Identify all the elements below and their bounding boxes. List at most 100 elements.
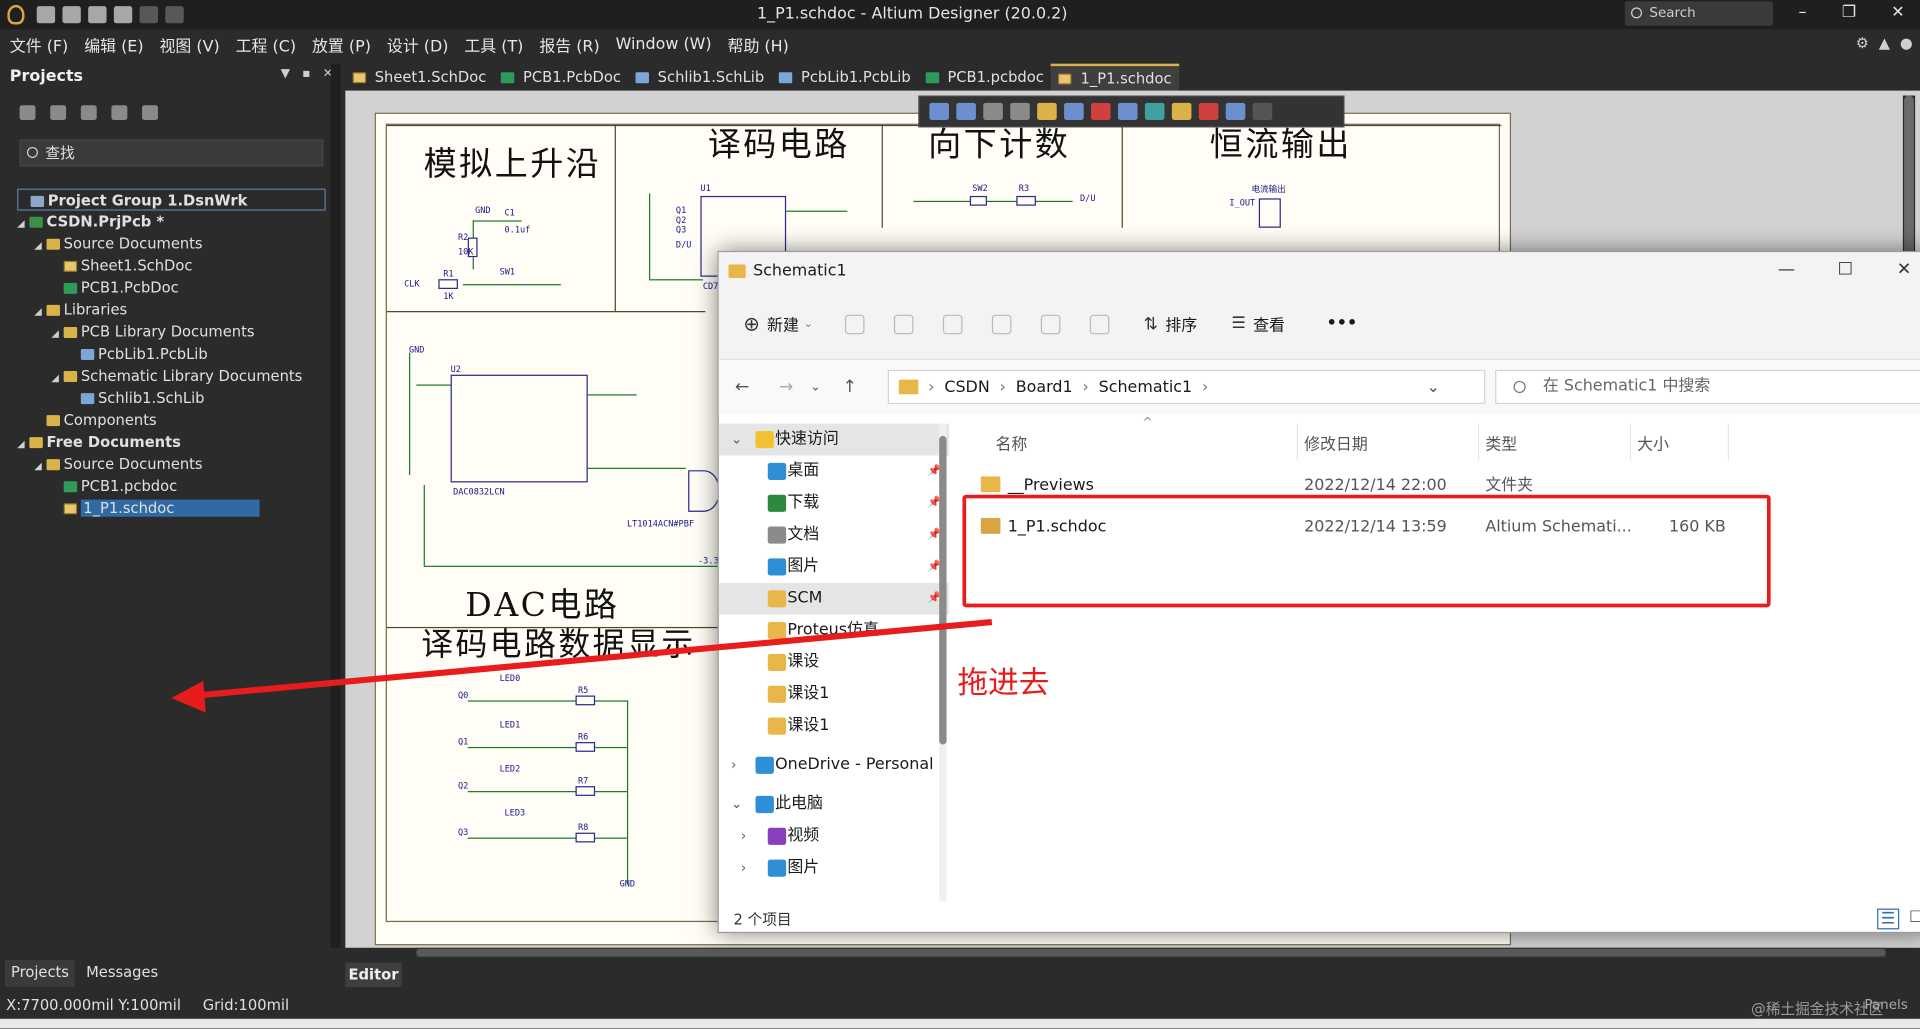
- nav-item[interactable]: 课设: [719, 647, 949, 679]
- copy-icon[interactable]: [893, 314, 914, 334]
- tab-projects[interactable]: Projects: [4, 960, 76, 987]
- forward-arrow-icon[interactable]: →: [775, 377, 797, 397]
- breadcrumb-item[interactable]: Board1: [1016, 378, 1073, 396]
- tree-item[interactable]: PCB1.pcbdoc: [17, 475, 326, 497]
- share-icon[interactable]: [1040, 314, 1061, 334]
- up-arrow-icon[interactable]: ↑: [839, 377, 861, 397]
- save-project-icon[interactable]: [19, 105, 36, 121]
- explorer-maximize-button[interactable]: ☐: [1833, 260, 1857, 280]
- place-part-icon[interactable]: [1037, 102, 1057, 121]
- menu-file[interactable]: 文件 (F): [10, 32, 68, 55]
- notifications-bell-icon[interactable]: ▲: [1879, 34, 1890, 51]
- menu-place[interactable]: 放置 (P): [312, 32, 371, 55]
- tree-item[interactable]: PCB1.PcbDoc: [17, 277, 326, 299]
- document-tab[interactable]: Schlib1.SchLib: [628, 64, 771, 91]
- user-account-icon[interactable]: ●: [1900, 34, 1913, 51]
- menu-help[interactable]: 帮助 (H): [728, 32, 789, 55]
- document-tab[interactable]: 1_P1.schdoc: [1051, 63, 1179, 91]
- global-search[interactable]: Search: [1624, 1, 1774, 26]
- tree-item[interactable]: Sheet1.SchDoc: [17, 255, 326, 277]
- nav-item[interactable]: 文档 📌: [719, 519, 949, 551]
- document-tab[interactable]: PcbLib1.PcbLib: [772, 64, 918, 91]
- nav-item[interactable]: › OneDrive - Personal: [719, 749, 949, 781]
- column-type[interactable]: 类型: [1485, 431, 1517, 454]
- tree-item[interactable]: ◢ Source Documents: [17, 233, 326, 255]
- project-options-icon[interactable]: [111, 105, 128, 121]
- tree-item[interactable]: ◢ Free Documents: [17, 431, 326, 453]
- breadcrumb-item[interactable]: CSDN: [944, 378, 989, 396]
- nav-item[interactable]: 桌面 📌: [719, 456, 949, 488]
- explorer-close-button[interactable]: ✕: [1892, 260, 1916, 280]
- nav-item[interactable]: 课设1: [719, 678, 949, 710]
- delete-icon[interactable]: [1089, 314, 1110, 334]
- bus-icon[interactable]: [1117, 102, 1138, 121]
- column-name[interactable]: 名称: [996, 431, 1028, 454]
- tree-item[interactable]: PcbLib1.PcbLib: [17, 343, 326, 365]
- minimize-button[interactable]: –: [1790, 4, 1814, 22]
- paste-icon[interactable]: [942, 314, 963, 334]
- tree-item[interactable]: ◢ Schematic Library Documents: [17, 365, 326, 387]
- menu-design[interactable]: 设计 (D): [387, 32, 449, 55]
- panel-pin-icon[interactable]: ▪: [302, 67, 310, 80]
- address-dropdown-icon[interactable]: ⌄: [1427, 378, 1440, 396]
- nav-item[interactable]: 课设1: [719, 710, 949, 742]
- menu-window[interactable]: Window (W): [616, 35, 712, 53]
- tree-item[interactable]: ◢ Source Documents: [17, 453, 326, 475]
- column-date[interactable]: 修改日期: [1304, 431, 1368, 454]
- text-icon[interactable]: [1225, 102, 1246, 121]
- nav-item[interactable]: SCM 📌: [718, 582, 949, 615]
- compile-icon[interactable]: [80, 105, 97, 121]
- breadcrumb-item[interactable]: Schematic1: [1099, 378, 1193, 396]
- rename-icon[interactable]: [991, 314, 1012, 334]
- filter-icon[interactable]: [929, 102, 949, 121]
- tree-item[interactable]: Project Group 1.DsnWrk: [17, 188, 326, 211]
- expand-chevron-icon[interactable]: ⌄: [731, 789, 742, 821]
- tree-item[interactable]: 1_P1.schdoc: [17, 497, 326, 519]
- tiles-view-icon[interactable]: ☐: [1909, 909, 1920, 927]
- new-button[interactable]: 新建: [767, 312, 799, 335]
- explorer-minimize-button[interactable]: —: [1774, 260, 1798, 280]
- back-arrow-icon[interactable]: ←: [731, 377, 753, 397]
- nav-scrollbar[interactable]: [939, 423, 947, 902]
- address-bar[interactable]: › CSDN › Board1 › Schematic1 › ⌄ ↻: [887, 369, 1521, 405]
- document-tab[interactable]: PCB1.PcbDoc: [494, 64, 629, 91]
- tree-item[interactable]: ◢ PCB Library Documents: [17, 321, 326, 343]
- tree-item[interactable]: Components: [17, 409, 326, 431]
- menu-view[interactable]: 视图 (V): [160, 32, 220, 55]
- cut-icon[interactable]: [844, 314, 865, 334]
- tree-item[interactable]: ◢ CSDN.PrjPcb *: [17, 211, 326, 233]
- project-search-input[interactable]: 查找: [19, 139, 324, 167]
- expand-chevron-icon[interactable]: ›: [741, 820, 746, 852]
- nav-item[interactable]: › 视频: [719, 820, 949, 852]
- nav-item[interactable]: ⌄ 此电脑: [719, 789, 949, 821]
- menu-edit[interactable]: 编辑 (E): [84, 32, 143, 55]
- recent-chevron-icon[interactable]: ⌄: [804, 380, 826, 393]
- nav-item[interactable]: Proteus仿真: [719, 615, 949, 647]
- panel-settings-icon[interactable]: [142, 105, 158, 121]
- nav-item[interactable]: 图片 📌: [719, 551, 949, 583]
- document-tab[interactable]: PCB1.pcbdoc: [918, 64, 1051, 91]
- panel-menu-icon[interactable]: ▼: [281, 67, 290, 80]
- explorer-search-input[interactable]: 在 Schematic1 中搜索: [1495, 369, 1920, 405]
- nav-item[interactable]: ⌄ 快速访问: [718, 423, 949, 456]
- expand-chevron-icon[interactable]: ⌄: [731, 424, 742, 456]
- nav-item[interactable]: 下载 📌: [719, 487, 949, 519]
- editor-tab[interactable]: Editor: [345, 962, 402, 987]
- port-icon[interactable]: [1171, 102, 1192, 121]
- view-button[interactable]: 查看: [1253, 312, 1285, 335]
- arc-icon[interactable]: [1252, 102, 1273, 121]
- power-port-icon[interactable]: [1091, 102, 1111, 121]
- expand-chevron-icon[interactable]: ›: [741, 852, 746, 884]
- nav-item[interactable]: › 图片: [719, 852, 949, 884]
- maximize-button[interactable]: ❐: [1837, 4, 1861, 22]
- align-icon[interactable]: [1010, 102, 1030, 121]
- menu-reports[interactable]: 报告 (R): [539, 32, 599, 55]
- expand-chevron-icon[interactable]: ›: [731, 749, 736, 781]
- move-icon[interactable]: [956, 102, 976, 121]
- column-size[interactable]: 大小: [1637, 431, 1669, 454]
- settings-gear-icon[interactable]: ⚙: [1856, 34, 1869, 51]
- menu-tools[interactable]: 工具 (T): [464, 32, 523, 55]
- document-tab[interactable]: Sheet1.SchDoc: [345, 64, 493, 91]
- horizontal-scrollbar[interactable]: [416, 947, 1886, 958]
- close-button[interactable]: ✕: [1886, 4, 1910, 22]
